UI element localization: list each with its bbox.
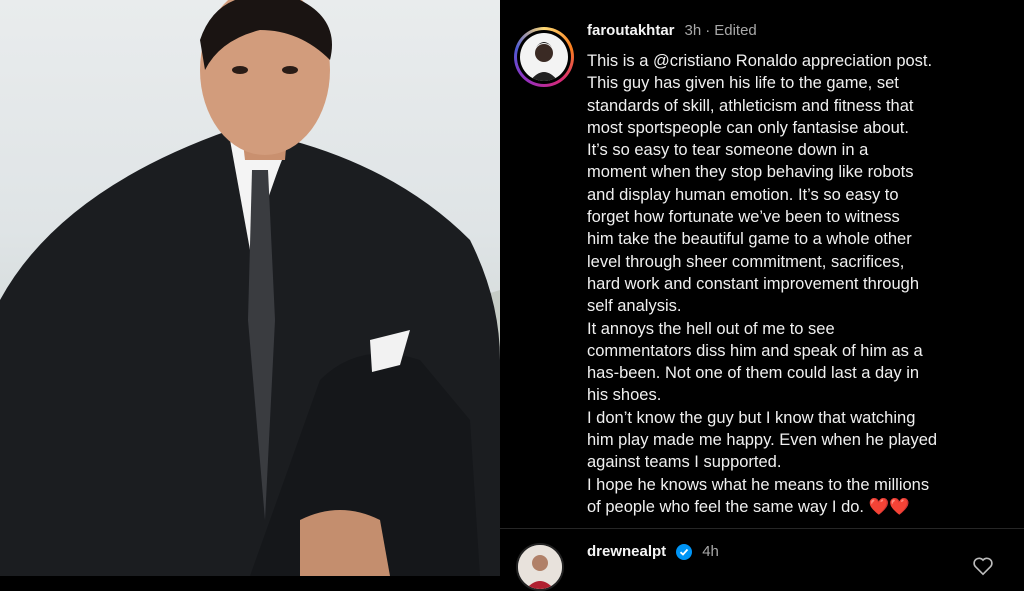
post-header: faroutakhtar 3h · Edited (587, 22, 757, 39)
divider (500, 528, 1024, 529)
post-meta: 3h · Edited (685, 22, 757, 39)
comment-header: drewnealpt 4h (587, 543, 719, 560)
post-username[interactable]: faroutakhtar (587, 22, 675, 39)
verified-badge-icon (676, 543, 693, 560)
heart-emoji: ❤️❤️ (868, 497, 910, 516)
post-caption: This is a @cristiano Ronaldo appreciatio… (587, 50, 1007, 518)
comment-username[interactable]: drewnealpt (587, 543, 666, 560)
separator-dot: · (705, 22, 711, 39)
post-detail-panel: faroutakhtar 3h · Edited This is a @cristi… (500, 0, 1024, 591)
avatar (520, 33, 568, 81)
comment-avatar[interactable] (516, 543, 564, 591)
comment-time: 4h (702, 543, 719, 560)
edited-label: Edited (714, 22, 757, 39)
heart-outline-icon[interactable] (972, 556, 994, 576)
story-ring-avatar[interactable] (514, 27, 574, 87)
caption-text: This is a @cristiano Ronaldo appreciatio… (587, 52, 938, 516)
man-in-suit-image (0, 0, 500, 576)
post-photo (0, 0, 500, 576)
post-time: 3h (684, 22, 702, 39)
